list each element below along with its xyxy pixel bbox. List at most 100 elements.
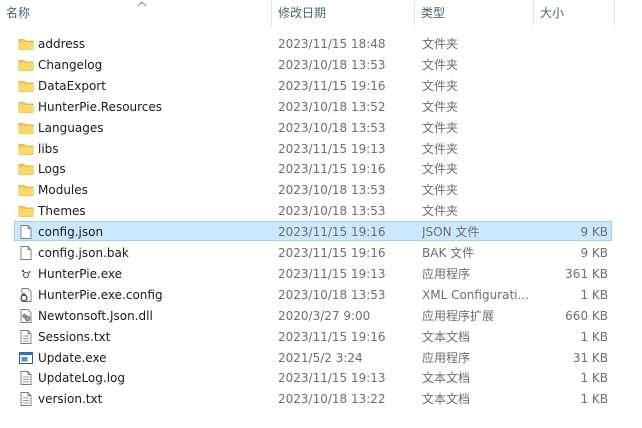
file-row[interactable]: HunterPie.exe.config 2023/10/18 13:53 XML … [14,284,612,304]
column-header-size[interactable]: 大小 [534,0,614,27]
file-name: Changelog [38,57,103,72]
file-row[interactable]: HunterPie.exe 2023/11/15 19:13 应用程序 361 KB [14,263,612,283]
file-type: 文件夹 [422,141,459,156]
file-modified-date: 2023/10/18 13:53 [278,120,386,135]
file-row[interactable]: Changelog 2023/10/18 13:53 文件夹 [14,54,612,74]
folder-icon [18,101,34,113]
file-row[interactable]: config.json.bak 2023/11/15 19:16 BAK 文件 9 K… [14,242,612,262]
column-header-type[interactable]: 类型 [415,0,533,27]
file-row[interactable]: version.txt 2023/10/18 13:22 文本文档 1 KB [14,388,612,408]
file-type: 应用程序扩展 [422,308,495,323]
column-divider[interactable] [614,0,615,27]
file-row[interactable]: UpdateLog.log 2023/11/15 19:13 文本文档 1 KB [14,367,612,387]
file-row[interactable]: Logs 2023/11/15 19:16 文件夹 [14,158,612,178]
file-size: 31 KB [572,350,608,365]
file-size: 9 KB [580,225,608,240]
file-name: Newtonsoft.Json.dll [38,308,153,323]
file-name: version.txt [38,392,103,407]
file-size: 1 KB [580,392,608,407]
file-type: 文件夹 [422,162,459,177]
file-row[interactable]: Newtonsoft.Json.dll 2020/3/27 9:00 应用程序扩展 6… [14,305,612,325]
file-name: DataExport [38,78,106,93]
file-size: 1 KB [580,329,608,344]
sort-ascending-icon [137,1,147,7]
file-row[interactable]: Languages 2023/10/18 13:53 文件夹 [14,117,612,137]
file-size [540,34,608,54]
file-type: 文件夹 [422,204,459,219]
file-modified-date: 2021/5/2 3:24 [278,350,363,365]
file-name: Logs [38,162,66,177]
file-row[interactable]: Sessions.txt 2023/11/15 19:16 文本文档 1 KB [14,326,612,346]
column-header-name-label: 名称 [6,6,31,20]
file-size: 1 KB [580,287,608,302]
file-modified-date: 2023/11/15 19:16 [278,78,386,93]
file-modified-date: 2023/10/18 13:52 [278,99,386,114]
file-type: BAK 文件 [422,246,475,260]
window-exe-icon [19,351,33,364]
file-modified-date: 2023/11/15 19:16 [278,246,386,260]
file-row[interactable]: HunterPie.Resources 2023/10/18 13:52 文件夹 [14,96,612,116]
column-header-type-label: 类型 [421,6,446,20]
file-name: Themes [38,204,86,219]
file-row[interactable]: Themes 2023/10/18 13:53 文件夹 [14,200,612,220]
file-name: HunterPie.exe.config [38,287,163,302]
file-name: config.json [38,225,104,240]
folder-icon [18,80,34,92]
file-modified-date: 2023/10/18 13:53 [278,287,386,302]
file-type: 文本文档 [422,329,471,344]
file-modified-date: 2023/11/15 19:13 [278,266,386,281]
file-size [540,201,608,221]
config-file-icon [20,287,32,302]
file-name: Languages [38,120,104,135]
file-type: 文件夹 [422,37,459,51]
text-file-icon [20,371,32,386]
file-modified-date: 2023/10/18 13:53 [278,204,386,219]
file-type: 文件夹 [422,99,459,114]
file-name: UpdateLog.log [38,371,125,386]
file-size: 361 KB [565,266,608,281]
file-row[interactable]: DataExport 2023/11/15 19:16 文件夹 [14,75,612,95]
file-size [540,159,608,179]
file-row[interactable]: Modules 2023/10/18 13:53 文件夹 [14,179,612,199]
file-type: 应用程序 [422,266,471,281]
file-type: 应用程序 [422,350,471,365]
file-modified-date: 2023/10/18 13:53 [278,57,386,72]
file-modified-date: 2023/11/15 19:16 [278,329,386,344]
folder-icon [18,39,34,50]
file-row[interactable]: libs 2023/11/15 19:13 文件夹 [14,138,612,158]
file-row[interactable]: address 2023/11/15 18:48 文件夹 [14,33,612,53]
column-header-date-label: 修改日期 [278,6,327,20]
file-type: 文件夹 [422,78,459,93]
file-type: XML Configurati... [422,287,529,302]
file-size [540,180,608,200]
file-modified-date: 2023/11/15 19:16 [278,162,386,177]
file-size [540,97,608,117]
file-row[interactable]: Update.exe 2021/5/2 3:24 应用程序 31 KB [14,347,612,367]
column-header-date[interactable]: 修改日期 [272,0,414,27]
file-name: config.json.bak [38,246,129,260]
text-file-icon [20,329,32,344]
file-modified-date: 2023/10/18 13:53 [278,183,386,198]
dll-file-icon [20,308,32,323]
column-header-name[interactable]: 名称 [0,0,270,27]
column-header-bar: 名称 修改日期 类型 大小 [0,0,642,27]
file-modified-date: 2023/11/15 19:13 [278,371,386,386]
file-type: 文本文档 [422,371,471,386]
file-modified-date: 2023/11/15 19:16 [278,225,386,240]
folder-icon [18,206,34,218]
file-type: 文件夹 [422,57,459,72]
file-size: 660 KB [565,308,608,323]
file-modified-date: 2023/10/18 13:22 [278,392,386,407]
text-file-icon [20,392,32,407]
file-size [540,76,608,96]
file-type: 文件夹 [422,183,459,198]
document-icon [20,246,32,260]
file-name: HunterPie.exe [38,266,123,281]
file-size [540,118,608,138]
file-type: 文本文档 [422,392,471,407]
file-name: address [38,37,86,51]
file-row-selected[interactable]: config.json 2023/11/15 19:16 JSON 文件 9 KB [14,221,612,242]
file-modified-date: 2020/3/27 9:00 [278,308,371,323]
file-name: Update.exe [38,350,107,365]
file-size [540,55,608,75]
